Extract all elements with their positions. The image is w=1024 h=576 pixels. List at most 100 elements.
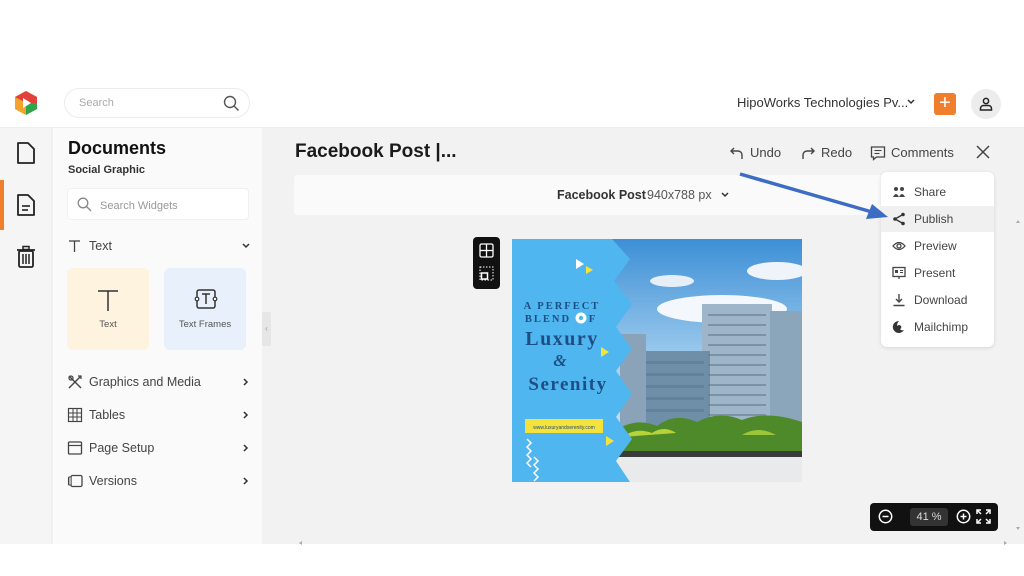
text-icon bbox=[98, 290, 118, 311]
zoom-unit: % bbox=[931, 511, 942, 523]
menu-item-present[interactable]: Present bbox=[881, 260, 994, 286]
menu-item-publish-label: Publish bbox=[914, 212, 954, 226]
top-bar: Search HipoWorks Technologies Pv... + bbox=[0, 80, 1024, 128]
app-logo-icon[interactable] bbox=[13, 90, 39, 116]
tile-text-label: Text bbox=[99, 319, 117, 330]
panel-subtitle: Social Graphic bbox=[68, 164, 146, 176]
zoom-value: 41 bbox=[916, 511, 929, 523]
rail-item-new-document[interactable] bbox=[0, 128, 52, 178]
frame-tools bbox=[473, 237, 500, 289]
organization-selector[interactable]: HipoWorks Technologies Pv... bbox=[737, 95, 908, 110]
tile-text-frames[interactable]: Text Frames bbox=[164, 268, 246, 350]
share-dropdown-menu: Share Publish Preview Present Download M… bbox=[881, 172, 994, 347]
rail-item-trash[interactable] bbox=[0, 232, 52, 282]
menu-item-present-label: Present bbox=[914, 266, 956, 280]
chevron-right-icon bbox=[243, 378, 249, 386]
user-profile-button[interactable] bbox=[971, 89, 1001, 119]
section-tables[interactable]: Tables bbox=[67, 404, 251, 426]
design-line-2b: F bbox=[589, 314, 595, 325]
horizontal-scrollbar[interactable] bbox=[294, 535, 1012, 545]
vertical-scrollbar[interactable] bbox=[1012, 215, 1024, 535]
chevron-down-icon bbox=[242, 243, 250, 249]
chevron-right-icon bbox=[243, 411, 249, 419]
versions-icon bbox=[67, 474, 83, 488]
share-nodes-icon bbox=[893, 212, 905, 226]
file-icon bbox=[17, 142, 35, 164]
design-line-1: A PERFECT bbox=[524, 301, 601, 312]
menu-item-publish[interactable]: Publish bbox=[881, 206, 994, 232]
section-graphics-label: Graphics and Media bbox=[89, 375, 201, 389]
app-window: Search HipoWorks Technologies Pv... + Do… bbox=[0, 80, 1024, 545]
page-size-dimensions: 940x788 px bbox=[647, 188, 712, 202]
menu-item-preview-label: Preview bbox=[914, 239, 957, 253]
user-icon bbox=[979, 97, 993, 111]
add-button[interactable]: + bbox=[934, 93, 956, 115]
undo-label: Undo bbox=[750, 145, 782, 160]
tile-text-frames-label: Text Frames bbox=[178, 319, 232, 330]
zoom-level-display[interactable]: 41 % bbox=[910, 508, 948, 526]
section-text-label: Text bbox=[89, 239, 112, 253]
trash-icon bbox=[17, 245, 35, 268]
share-users-icon bbox=[893, 187, 905, 197]
comments-button[interactable]: Comments bbox=[870, 144, 960, 162]
widgets-panel: Documents Social Graphic Search Widgets … bbox=[53, 128, 262, 544]
zoom-out-icon[interactable] bbox=[878, 509, 893, 524]
global-search-input[interactable]: Search bbox=[64, 88, 250, 118]
chevron-down-icon[interactable] bbox=[906, 97, 916, 107]
text-frame-icon bbox=[194, 289, 218, 309]
undo-button[interactable]: Undo bbox=[729, 144, 789, 162]
section-text[interactable]: Text bbox=[67, 235, 251, 257]
search-widgets-placeholder: Search Widgets bbox=[100, 200, 178, 212]
panel-title: Documents bbox=[68, 138, 167, 158]
zoom-controls: 41 % bbox=[870, 503, 998, 531]
section-graphics-and-media[interactable]: Graphics and Media bbox=[67, 371, 251, 393]
section-tables-label: Tables bbox=[89, 408, 126, 422]
section-versions[interactable]: Versions bbox=[67, 470, 251, 492]
page-setup-icon bbox=[67, 441, 83, 455]
presentation-icon bbox=[892, 266, 906, 279]
eye-icon bbox=[892, 241, 906, 251]
panel-collapse-handle[interactable]: ‹ bbox=[262, 312, 271, 346]
section-page-setup-label: Page Setup bbox=[89, 441, 155, 455]
section-versions-label: Versions bbox=[89, 474, 137, 488]
design-canvas[interactable]: A PERFECT BLEND F Luxury & Serenity www.… bbox=[512, 239, 802, 482]
page-size-name: Facebook Post bbox=[557, 188, 646, 202]
zoom-in-icon[interactable] bbox=[956, 509, 971, 524]
rail-item-documents[interactable] bbox=[0, 180, 52, 230]
icon-rail bbox=[0, 128, 52, 544]
chevron-right-icon bbox=[243, 477, 249, 485]
download-icon bbox=[893, 294, 905, 307]
menu-item-download[interactable]: Download bbox=[881, 287, 994, 313]
document-title[interactable]: Facebook Post |... bbox=[295, 141, 457, 163]
search-icon[interactable] bbox=[223, 95, 240, 112]
design-url: www.luxuryandserenity.com bbox=[533, 425, 595, 431]
menu-item-preview[interactable]: Preview bbox=[881, 233, 994, 259]
tile-text[interactable]: Text bbox=[67, 268, 149, 350]
redo-icon bbox=[802, 147, 815, 159]
page-size-selector[interactable]: Facebook Post 940x788 px bbox=[294, 175, 894, 215]
search-placeholder: Search bbox=[79, 97, 114, 109]
file-text-icon bbox=[17, 194, 35, 216]
close-icon[interactable] bbox=[975, 144, 991, 160]
design-line-5: Serenity bbox=[528, 374, 607, 395]
design-artwork: A PERFECT BLEND F Luxury & Serenity www.… bbox=[512, 239, 802, 482]
text-icon bbox=[69, 240, 80, 252]
menu-item-share[interactable]: Share bbox=[881, 179, 994, 205]
search-widgets-input[interactable]: Search Widgets bbox=[67, 188, 249, 220]
frame-select-icon[interactable] bbox=[479, 266, 494, 281]
design-line-4: & bbox=[553, 351, 567, 370]
redo-button[interactable]: Redo bbox=[800, 144, 855, 162]
comments-label: Comments bbox=[891, 145, 954, 160]
menu-item-download-label: Download bbox=[914, 293, 968, 307]
design-line-2a: BLEND bbox=[525, 314, 571, 325]
graphics-tools-icon bbox=[68, 375, 82, 389]
fullscreen-icon[interactable] bbox=[976, 509, 991, 524]
chevron-down-icon bbox=[721, 192, 729, 198]
search-icon bbox=[77, 197, 92, 212]
redo-label: Redo bbox=[821, 145, 853, 160]
grid-layout-icon[interactable] bbox=[479, 243, 494, 258]
section-page-setup[interactable]: Page Setup bbox=[67, 437, 251, 459]
menu-item-mailchimp[interactable]: Mailchimp bbox=[881, 314, 994, 340]
undo-icon bbox=[730, 147, 743, 159]
design-line-3: Luxury bbox=[525, 328, 598, 350]
